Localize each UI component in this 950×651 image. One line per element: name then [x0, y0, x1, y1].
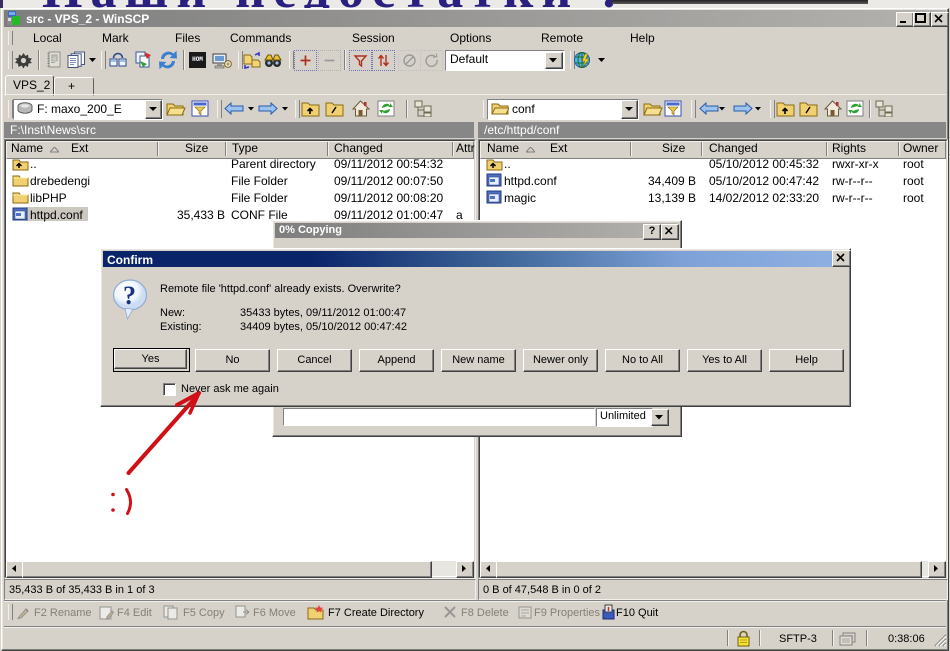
svg-text:?: ? [123, 281, 136, 310]
